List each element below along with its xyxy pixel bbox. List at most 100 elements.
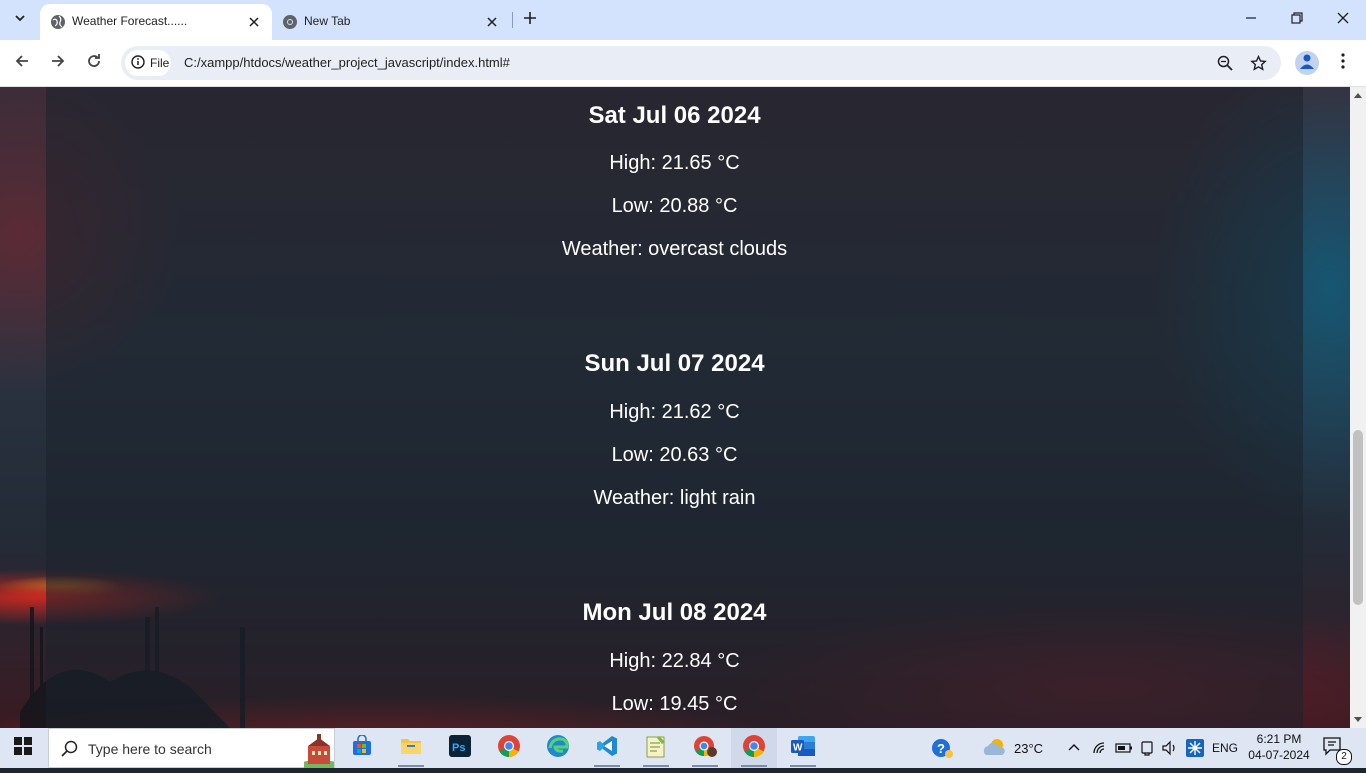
close-icon <box>1337 11 1349 29</box>
url-text[interactable]: C:/xampp/htdocs/weather_project_javascri… <box>184 55 510 70</box>
tab-weather-forecast[interactable]: Weather Forecast...... <box>40 4 272 40</box>
battery-tray-icon[interactable] <box>1115 728 1133 768</box>
language-indicator[interactable]: ENG <box>1212 728 1238 768</box>
tab-search-button[interactable] <box>6 7 34 33</box>
chrome-icon <box>497 734 521 763</box>
reload-button[interactable] <box>80 49 108 77</box>
tab-title: Weather Forecast...... <box>72 14 188 28</box>
weather-temperature: 23°C <box>1014 740 1044 756</box>
taskbar-search-box[interactable]: Type here to search <box>48 728 341 772</box>
site-info-chip[interactable]: File <box>125 50 171 76</box>
forecast-low: Low: 19.45 °C <box>611 693 738 715</box>
search-highlight-illustration <box>297 732 341 773</box>
new-tab-button[interactable] <box>518 8 542 32</box>
word-icon: W <box>790 735 816 762</box>
info-icon <box>131 54 145 72</box>
search-placeholder: Type here to search <box>88 741 212 757</box>
device-tray-icon[interactable] <box>1139 728 1155 768</box>
browser-toolbar: File C:/xampp/htdocs/weather_project_jav… <box>0 40 1366 87</box>
scroll-up-icon[interactable] <box>1350 87 1366 103</box>
edge-icon <box>546 734 570 763</box>
photoshop-icon: Ps <box>449 734 471 762</box>
taskbar-chrome-profile[interactable] <box>682 728 728 768</box>
person-icon <box>1298 52 1316 75</box>
search-icon <box>61 740 79 763</box>
close-window-button[interactable] <box>1320 0 1366 40</box>
page-scrollbar[interactable] <box>1350 87 1366 728</box>
browser-menu-button[interactable] <box>1333 51 1353 75</box>
bookmark-star-icon[interactable] <box>1246 51 1270 75</box>
chrome-icon <box>742 734 766 763</box>
reload-icon <box>86 53 102 74</box>
help-tray-icon[interactable]: ? <box>930 728 954 768</box>
forecast-high: High: 22.84 °C <box>609 650 740 672</box>
tab-strip: Weather Forecast...... New Tab <box>0 0 1366 40</box>
tab-separator <box>512 12 513 28</box>
vscode-icon <box>596 735 618 762</box>
forecast-date: Sun Jul 07 2024 <box>584 350 765 377</box>
arrow-right-icon <box>50 53 66 74</box>
folder-icon <box>400 736 422 761</box>
plus-icon <box>523 11 537 30</box>
forecast-low: Low: 20.88 °C <box>611 195 738 217</box>
profile-avatar[interactable] <box>1295 51 1319 75</box>
forecast-date: Mon Jul 08 2024 <box>582 599 767 626</box>
clock-time: 6:21 PM <box>1256 732 1302 746</box>
arrow-left-icon <box>14 53 30 74</box>
scrollbar-thumb[interactable] <box>1353 430 1363 605</box>
taskbar-chrome-active[interactable] <box>731 728 777 768</box>
taskbar-chrome[interactable] <box>486 728 532 768</box>
windows-taskbar: Type here to search Ps W ? 23°C ENG 6:21… <box>0 728 1366 772</box>
scheme-label: File <box>150 56 170 70</box>
windows-logo-icon <box>14 736 32 760</box>
chevron-down-icon <box>14 11 26 29</box>
back-button[interactable] <box>8 49 36 77</box>
close-tab-icon[interactable] <box>482 12 502 32</box>
cloudy-weather-icon <box>982 737 1008 760</box>
forecast-weather: Weather: light rain <box>593 487 756 509</box>
forecast-panel: Sat Jul 06 2024 High: 21.65 °C Low: 20.8… <box>46 87 1303 728</box>
taskbar-vscode[interactable] <box>584 728 630 768</box>
forward-button[interactable] <box>44 49 72 77</box>
svg-text:W: W <box>793 742 803 753</box>
clock-date: 04-07-2024 <box>1248 748 1310 762</box>
snowflake-tray-icon[interactable] <box>1186 728 1204 768</box>
tab-title: New Tab <box>304 14 351 28</box>
start-button[interactable] <box>0 728 46 768</box>
forecast-date: Sat Jul 06 2024 <box>588 102 761 129</box>
globe-icon <box>50 14 66 30</box>
taskbar-edge[interactable] <box>535 728 581 768</box>
chrome-icon <box>282 14 298 30</box>
taskbar-store-app[interactable] <box>339 728 385 768</box>
chevron-up-icon <box>1067 741 1081 755</box>
show-hidden-icons[interactable] <box>1067 728 1081 768</box>
svg-text:Ps: Ps <box>452 742 465 754</box>
forecast-low: Low: 20.63 °C <box>611 444 738 466</box>
zoom-icon[interactable] <box>1213 51 1237 75</box>
notification-center-button[interactable]: 2 <box>1322 728 1352 768</box>
page-viewport: Sat Jul 06 2024 High: 21.65 °C Low: 20.8… <box>0 87 1350 728</box>
restore-icon <box>1291 11 1303 29</box>
taskbar-notepad-plus[interactable] <box>633 728 679 768</box>
system-clock[interactable]: 6:21 PM 04-07-2024 <box>1248 731 1310 763</box>
volume-tray-icon[interactable] <box>1161 728 1179 768</box>
taskbar-word[interactable]: W <box>780 728 826 768</box>
close-tab-icon[interactable] <box>244 12 264 32</box>
minimize-icon <box>1245 11 1257 29</box>
notepad-icon <box>645 734 667 763</box>
address-bar[interactable]: File C:/xampp/htdocs/weather_project_jav… <box>121 46 1281 80</box>
weather-widget[interactable]: 23°C <box>982 728 1043 768</box>
forecast-high: High: 21.62 °C <box>609 401 740 423</box>
svg-text:?: ? <box>937 741 945 756</box>
restore-button[interactable] <box>1274 0 1320 40</box>
tab-new-tab[interactable]: New Tab <box>272 4 510 40</box>
store-icon <box>351 733 373 762</box>
forecast-weather: Weather: overcast clouds <box>561 238 788 260</box>
kebab-menu-icon <box>1341 52 1345 74</box>
taskbar-file-explorer[interactable] <box>388 728 434 768</box>
scroll-down-icon[interactable] <box>1350 712 1366 728</box>
network-tray-icon[interactable] <box>1092 728 1108 768</box>
notification-count-badge: 2 <box>1336 749 1352 765</box>
taskbar-photoshop[interactable]: Ps <box>437 728 483 768</box>
minimize-button[interactable] <box>1228 0 1274 40</box>
